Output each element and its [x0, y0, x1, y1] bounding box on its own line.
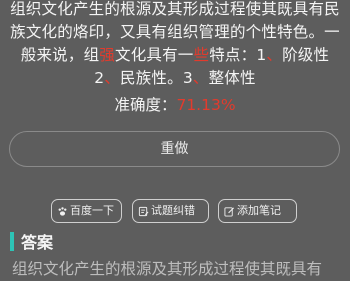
answer-title: 答案 — [21, 233, 54, 252]
question-highlight-2: 些 — [193, 46, 210, 64]
accuracy-value: 71.13% — [176, 96, 236, 114]
report-error-label: 试题纠错 — [151, 204, 195, 217]
report-error-button[interactable]: 试题纠错 — [132, 199, 209, 223]
question-seg5: 民族性。3 — [120, 69, 193, 87]
accuracy-label: 准确度： — [114, 96, 177, 114]
baidu-search-label: 百度一下 — [70, 204, 114, 217]
baidu-search-button[interactable]: 百度一下 — [51, 199, 122, 223]
add-note-label: 添加笔记 — [237, 204, 281, 217]
question-highlight-1: 强 — [99, 46, 115, 64]
answer-header: 答案 — [10, 229, 53, 253]
paw-icon — [58, 206, 67, 216]
redo-button[interactable]: 重做 — [9, 131, 340, 167]
question-seg2: 文化具有一 — [115, 46, 194, 64]
add-note-button[interactable]: 添加笔记 — [218, 199, 297, 223]
answer-preview: 组织文化产生的根源及其形成过程使其既具有 — [12, 260, 323, 278]
pencil-icon — [224, 206, 235, 217]
question-seg3: 特点：1 — [209, 46, 267, 64]
question-seg6: 整体性 — [208, 69, 256, 87]
answer-accent-bar — [10, 231, 14, 251]
question-text: 组织文化产生的根源及其形成过程使其既具有民族文化的烙印，又具有组织管理的个性特色… — [6, 0, 344, 90]
accuracy-line: 准确度：71.13% — [0, 94, 350, 117]
edit-icon — [138, 206, 149, 216]
action-row: 百度一下 试题纠错 添加笔记 — [0, 199, 350, 223]
question-separator-3: 、 — [192, 69, 209, 87]
question-separator-1: 、 — [266, 46, 283, 64]
question-separator-2: 、 — [104, 69, 121, 87]
